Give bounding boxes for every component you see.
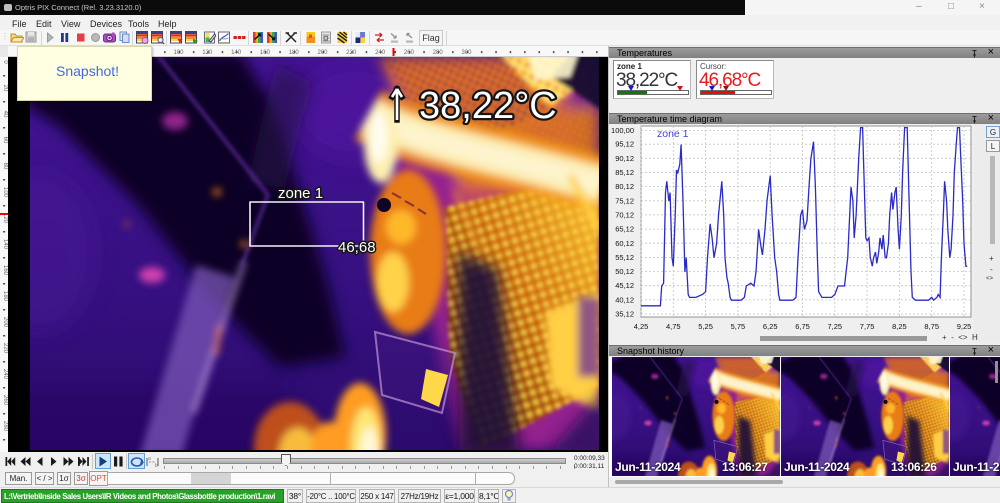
svg-text:5,75: 5,75 — [731, 322, 746, 331]
svg-text:7,75: 7,75 — [860, 322, 875, 331]
svg-text:38,22°C: 38,22°C — [419, 85, 557, 127]
svg-text:95,12: 95,12 — [615, 140, 634, 149]
svg-text:85,12: 85,12 — [615, 168, 634, 177]
svg-text:45,12: 45,12 — [615, 281, 634, 290]
svg-text:8,25: 8,25 — [892, 322, 907, 331]
svg-text:80,12: 80,12 — [615, 182, 634, 191]
svg-text:160: 160 — [2, 265, 8, 276]
svg-text:100: 100 — [2, 187, 8, 198]
svg-text:35,12: 35,12 — [615, 310, 634, 319]
svg-text:240: 240 — [2, 369, 8, 380]
svg-text:9,25: 9,25 — [957, 322, 972, 331]
svg-text:70,12: 70,12 — [615, 210, 634, 219]
svg-text:a: a — [148, 456, 151, 462]
svg-text:40,12: 40,12 — [615, 295, 634, 304]
svg-text:7,25: 7,25 — [827, 322, 842, 331]
svg-text:20: 20 — [2, 85, 8, 92]
svg-text:b: b — [155, 463, 158, 469]
svg-text:280: 280 — [2, 421, 8, 432]
svg-text:260: 260 — [2, 395, 8, 406]
svg-text:0: 0 — [2, 60, 8, 64]
svg-text:180: 180 — [2, 291, 8, 302]
svg-text:60: 60 — [2, 137, 8, 144]
svg-text:zone 1: zone 1 — [278, 185, 323, 202]
svg-text:6,25: 6,25 — [763, 322, 778, 331]
svg-text:50,12: 50,12 — [615, 267, 634, 276]
svg-text:140: 140 — [2, 239, 8, 250]
svg-text:100,00: 100,00 — [611, 126, 634, 135]
svg-text:55,12: 55,12 — [615, 253, 634, 262]
svg-text:200: 200 — [2, 317, 8, 328]
svg-text:8,75: 8,75 — [924, 322, 939, 331]
svg-text:4,25: 4,25 — [634, 322, 649, 331]
svg-text:40: 40 — [2, 111, 8, 118]
svg-text:6,75: 6,75 — [795, 322, 810, 331]
svg-text:220: 220 — [2, 343, 8, 354]
svg-text:60,12: 60,12 — [615, 239, 634, 248]
svg-text:90,12: 90,12 — [615, 154, 634, 163]
svg-text:80: 80 — [2, 163, 8, 170]
svg-text:zone 1: zone 1 — [657, 128, 689, 140]
svg-text:65,12: 65,12 — [615, 225, 634, 234]
svg-text:46,68: 46,68 — [338, 239, 376, 256]
svg-text:75,12: 75,12 — [615, 196, 634, 205]
svg-text:4,75: 4,75 — [666, 322, 681, 331]
svg-text:5,25: 5,25 — [698, 322, 713, 331]
